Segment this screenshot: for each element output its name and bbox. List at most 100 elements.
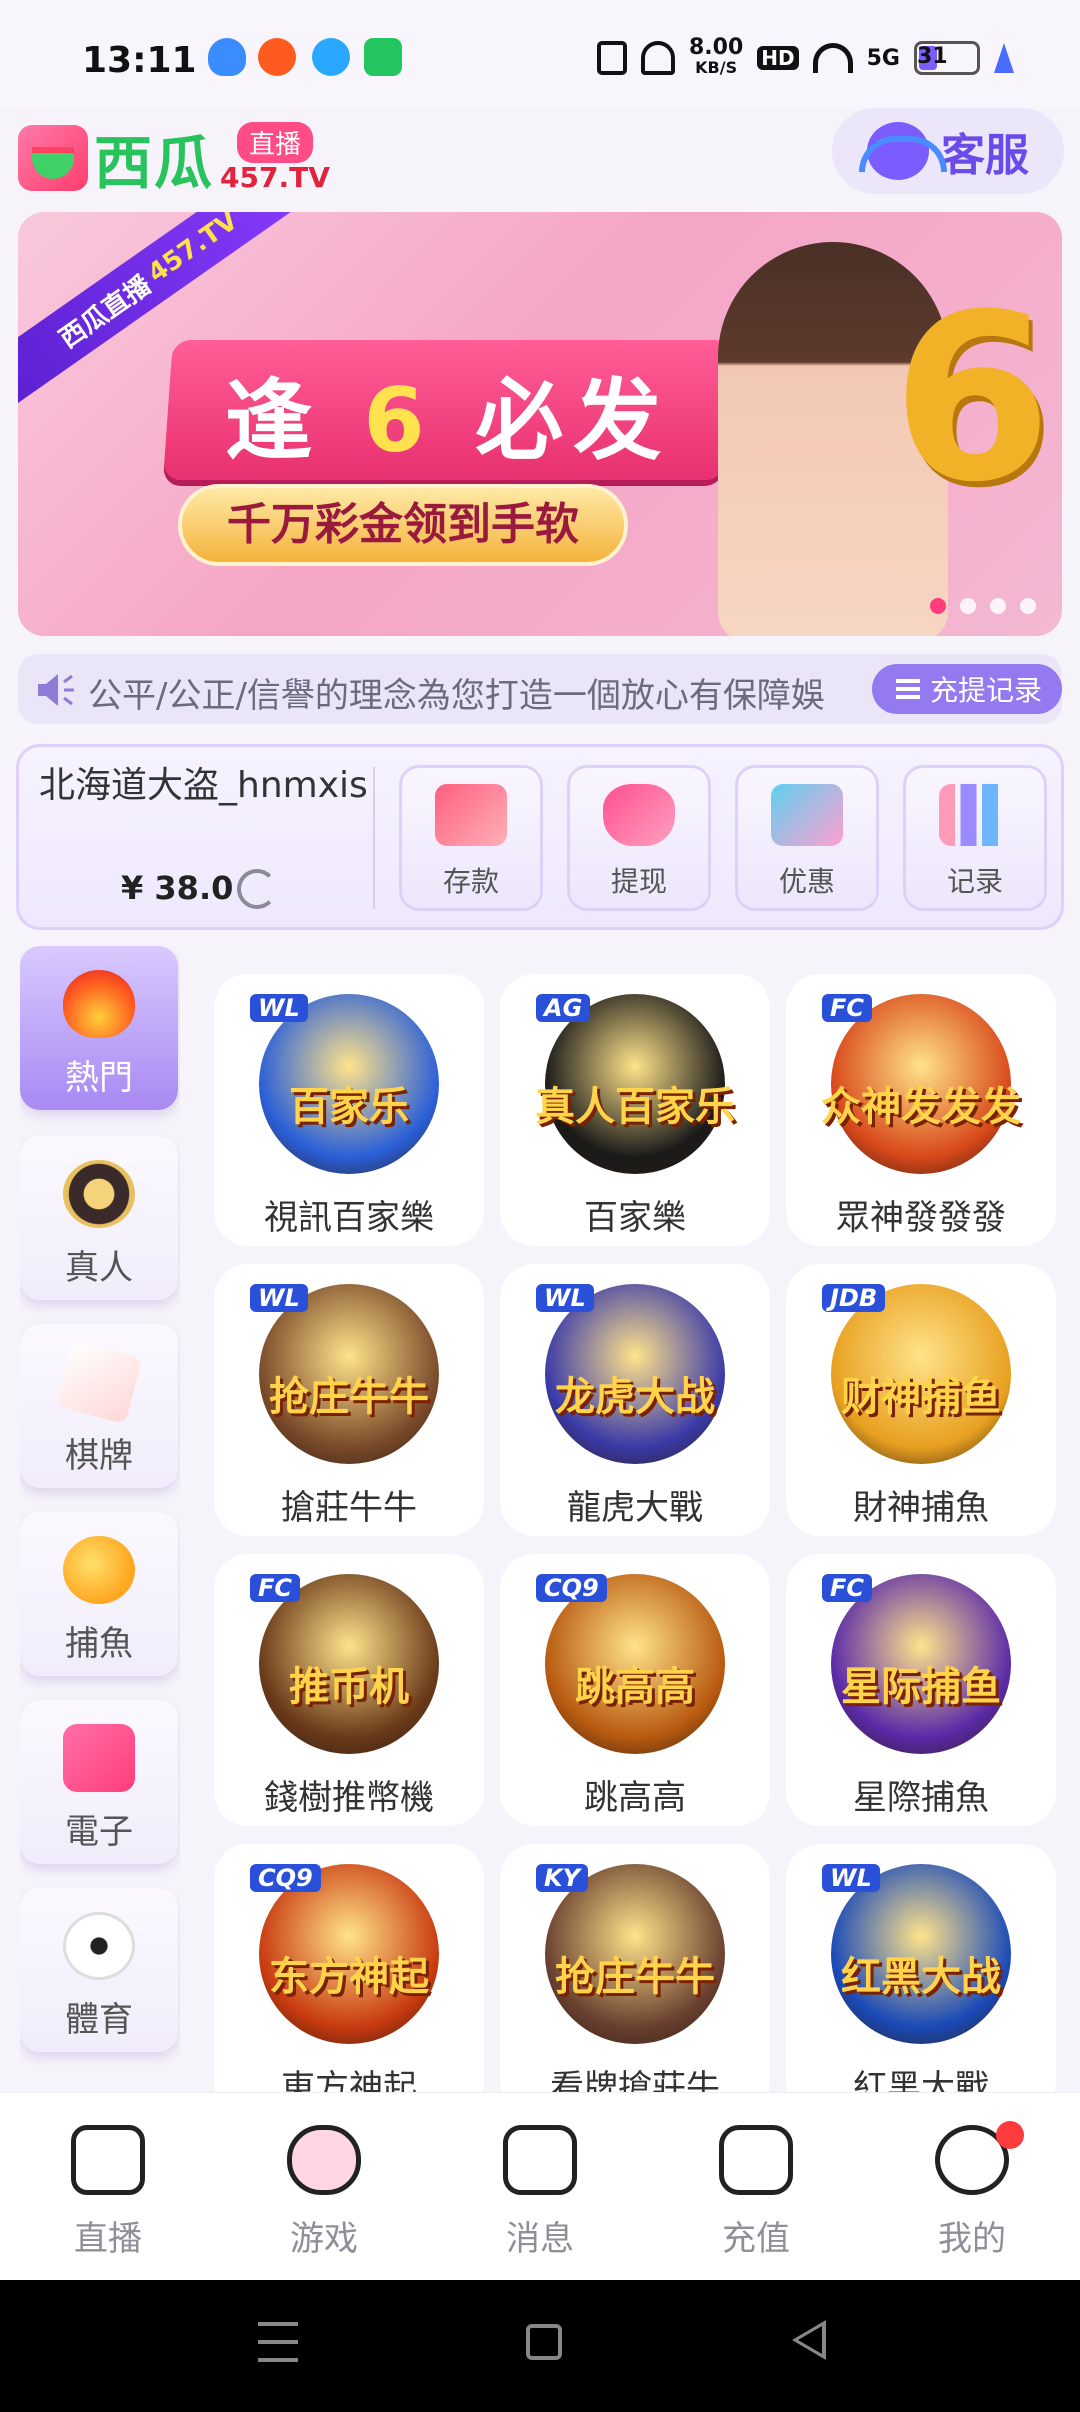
category-card-games[interactable]: 棋牌 — [20, 1324, 178, 1488]
customer-service-button[interactable]: 客服 — [832, 108, 1064, 194]
customer-service-label: 客服 — [941, 130, 1029, 181]
refresh-icon[interactable] — [237, 869, 277, 909]
game-provider-badge: KY — [536, 1864, 588, 1892]
game-card[interactable]: 财神捕鱼 JDB 財神捕魚 — [786, 1264, 1056, 1536]
game-thumbnail-title: 跳高高 — [575, 1664, 695, 1710]
game-card[interactable]: 龙虎大战 WL 龍虎大戰 — [500, 1264, 770, 1536]
speaker-icon — [38, 674, 74, 706]
deposit-label: 存款 — [442, 865, 499, 898]
nav-label: 消息 — [506, 2219, 574, 2259]
recent-apps-button[interactable] — [258, 2322, 298, 2362]
back-button[interactable] — [792, 2320, 826, 2360]
home-button[interactable] — [526, 2324, 562, 2360]
category-sports[interactable]: 體育 — [20, 1888, 178, 2052]
mobile-notification-icon — [312, 38, 350, 76]
card-icon — [435, 784, 507, 846]
category-hot[interactable]: 熱門 — [20, 946, 178, 1110]
status-icons: 8.00 KB/S HD 5G 31 — [597, 37, 1014, 78]
game-name: 百家樂 — [584, 1198, 686, 1238]
game-grid: 百家乐 WL 視訊百家樂 真人百家乐 AG 百家樂 众神发发发 FC 眾神發發發 抢庄牛牛 WL 搶莊… — [214, 974, 1070, 2092]
banner-big-number: 6 — [891, 266, 1052, 533]
nav-profile[interactable]: 我的 — [864, 2113, 1080, 2273]
nav-messages[interactable]: 消息 — [432, 2113, 648, 2273]
deposit-withdraw-record-button[interactable]: 充提记录 — [871, 664, 1062, 714]
game-name: 錢樹推幣機 — [264, 1778, 434, 1818]
game-thumbnail-title: 东方神起 — [269, 1954, 429, 2000]
banner-ribbon-domain: 457.TV — [142, 212, 244, 289]
game-card[interactable]: 真人百家乐 AG 百家樂 — [500, 974, 770, 1246]
nav-label: 直播 — [74, 2219, 142, 2259]
deposit-button[interactable]: 存款 — [399, 765, 543, 911]
game-provider-badge: CQ9 — [536, 1574, 607, 1602]
nav-games[interactable]: 游戏 — [216, 2113, 432, 2273]
headset-icon — [859, 122, 947, 180]
gift-icon — [771, 784, 843, 846]
category-label: 電子 — [65, 1812, 133, 1852]
wechat-notification-icon — [364, 38, 402, 76]
game-thumbnail-title: 抢庄牛牛 — [269, 1374, 429, 1420]
promotions-label: 优惠 — [778, 865, 835, 898]
fish-icon — [63, 1536, 135, 1604]
game-name: 紅黑大戰 — [853, 2068, 989, 2092]
game-name: 眾神發發發 — [836, 1198, 1006, 1238]
banner-dot[interactable] — [1020, 598, 1036, 614]
game-name: 跳高高 — [584, 1778, 686, 1818]
game-card[interactable]: 抢庄牛牛 WL 搶莊牛牛 — [214, 1264, 484, 1536]
bottom-navigation: 直播 游戏 消息 充值 我的 — [0, 2092, 1080, 2280]
banner-title-post: 必发 — [475, 369, 672, 472]
game-card[interactable]: 星际捕鱼 FC 星際捕魚 — [786, 1554, 1056, 1826]
game-card[interactable]: 红黑大战 WL 紅黑大戰 — [786, 1844, 1056, 2092]
game-card[interactable]: 抢庄牛牛 KY 看牌搶莊牛 — [500, 1844, 770, 2092]
net-speed-unit: KB/S — [695, 58, 738, 77]
banner-ribbon-text: 西瓜直播 — [53, 269, 157, 355]
game-card[interactable]: 东方神起 CQ9 東方神起 — [214, 1844, 484, 2092]
game-card[interactable]: 众神发发发 FC 眾神發發發 — [786, 974, 1056, 1246]
game-notification-icon — [258, 38, 296, 76]
records-label: 记录 — [946, 865, 1003, 898]
category-slots[interactable]: 電子 — [20, 1700, 178, 1864]
app-logo[interactable]: 西瓜 直播 457.TV — [18, 116, 330, 200]
nav-label: 游戏 — [290, 2219, 358, 2259]
promotions-button[interactable]: 优惠 — [735, 765, 879, 911]
username: 北海道大盗_hnmxis — [39, 765, 368, 806]
game-card[interactable]: 跳高高 CQ9 跳高高 — [500, 1554, 770, 1826]
game-name: 視訊百家樂 — [264, 1198, 434, 1238]
battery-icon: 31 — [914, 41, 980, 75]
game-card[interactable]: 百家乐 WL 視訊百家樂 — [214, 974, 484, 1246]
banner-subtitle: 千万彩金领到手软 — [178, 484, 628, 566]
app-header: 西瓜 直播 457.TV 客服 — [0, 100, 1080, 200]
game-card[interactable]: 推币机 FC 錢樹推幣機 — [214, 1554, 484, 1826]
qq-notification-icon — [208, 38, 246, 76]
records-button[interactable]: 记录 — [903, 765, 1047, 911]
game-thumbnail-title: 星际捕鱼 — [841, 1664, 1001, 1710]
logo-live-label: 直播 — [236, 122, 313, 163]
nav-label: 我的 — [938, 2219, 1006, 2259]
game-name: 看牌搶莊牛 — [550, 2068, 720, 2092]
nav-recharge[interactable]: 充值 — [648, 2113, 864, 2273]
withdraw-button[interactable]: 提现 — [567, 765, 711, 911]
banner-dot[interactable] — [930, 598, 946, 614]
wifi-icon — [812, 43, 853, 73]
announcement-text: 公平/公正/信譽的理念為您打造一個放心有保障娛 — [88, 676, 825, 716]
game-thumbnail-title: 财神捕鱼 — [841, 1374, 1001, 1420]
banner-pagination — [930, 598, 1036, 614]
game-provider-badge: FC — [822, 994, 873, 1022]
nav-live[interactable]: 直播 — [0, 2113, 216, 2273]
soccer-ball-icon — [63, 1912, 135, 1980]
banner-title-number: 6 — [363, 369, 435, 472]
divider — [373, 767, 375, 909]
game-thumbnail-title: 真人百家乐 — [535, 1084, 735, 1130]
logo-text: 西瓜 — [94, 129, 215, 197]
announcement-marquee[interactable]: 公平/公正/信譽的理念為您打造一個放心有保障娛 充提记录 — [18, 654, 1062, 724]
banner-dot[interactable] — [990, 598, 1006, 614]
category-label: 體育 — [65, 2000, 133, 2040]
banner-dot[interactable] — [960, 598, 976, 614]
promo-banner[interactable]: 西瓜直播 457.TV 逢 6 必发 千万彩金领到手软 6 — [18, 212, 1062, 636]
game-thumbnail-title: 推币机 — [289, 1664, 409, 1710]
game-thumbnail-title: 龙虎大战 — [555, 1374, 715, 1420]
category-fishing[interactable]: 捕魚 — [20, 1512, 178, 1676]
category-live-casino[interactable]: 真人 — [20, 1136, 178, 1300]
status-time: 13:11 — [82, 40, 197, 81]
wallet-icon — [719, 2125, 793, 2195]
game-category-sidebar: 熱門 真人 棋牌 捕魚 電子 體育 — [20, 946, 180, 2092]
